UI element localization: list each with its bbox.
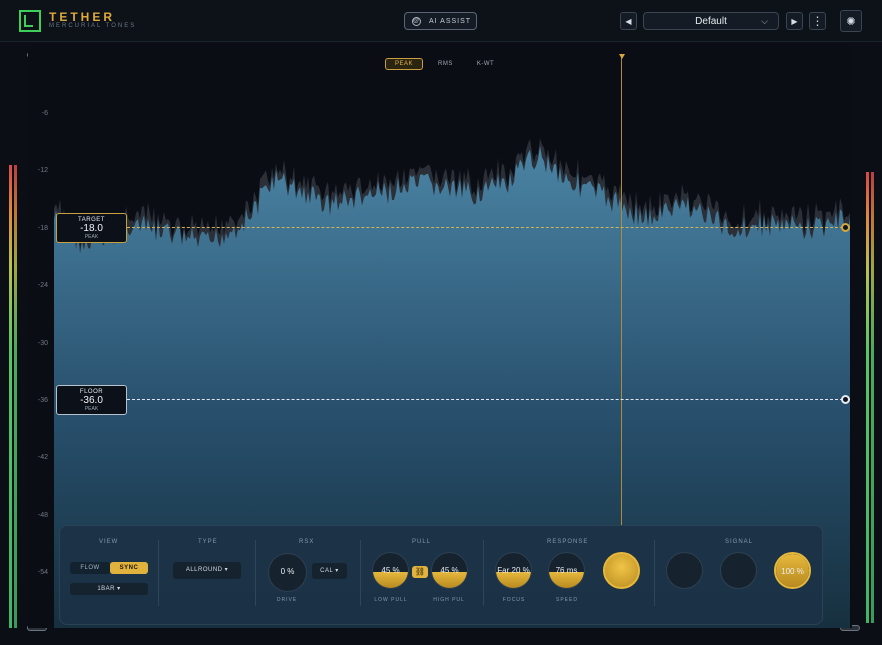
- settings-button[interactable]: ✺: [840, 10, 862, 32]
- speed-knob[interactable]: 76 ms: [548, 552, 585, 589]
- input-meter-left: [9, 165, 12, 628]
- db-scale-label: -12: [37, 167, 48, 175]
- playhead-line[interactable]: [621, 56, 622, 526]
- speed-label: SPEED: [556, 597, 578, 603]
- db-scale-label: -24: [37, 282, 48, 290]
- tab-k-wt[interactable]: K-WT: [468, 58, 503, 70]
- high-pull-knob[interactable]: 45 %: [431, 552, 468, 589]
- prev-preset-button[interactable]: ◀: [620, 12, 637, 30]
- drive-value: 0 %: [280, 567, 295, 576]
- header-bar: TETHER MERCURIAL TONES @ AI ASSIST ◀ Def…: [0, 0, 882, 42]
- response-title: RESPONSE: [547, 539, 589, 545]
- view-title: VIEW: [99, 539, 119, 545]
- sync-rate-dropdown[interactable]: 1BAR ▾: [70, 583, 148, 595]
- floor-tag[interactable]: FLOOR -36.0 PEAK: [56, 385, 127, 415]
- floor-line[interactable]: [127, 399, 843, 400]
- mix-value: 100 %: [781, 567, 804, 576]
- db-scale-label: -42: [37, 454, 48, 462]
- tab-rms[interactable]: RMS: [429, 58, 462, 70]
- chevron-left-icon: ◀: [625, 16, 632, 26]
- target-tag[interactable]: TARGET -18.0 PEAK: [56, 213, 127, 243]
- ai-assist-button[interactable]: @ AI ASSIST: [404, 12, 477, 30]
- target-value: -18.0: [80, 223, 103, 234]
- response-extra-knob[interactable]: [603, 552, 640, 589]
- db-scale-label: -48: [37, 511, 48, 519]
- pull-title: PULL: [412, 539, 432, 545]
- signal-knob-1[interactable]: [666, 552, 703, 589]
- playhead-marker-icon[interactable]: [619, 54, 625, 59]
- link-pull-button[interactable]: ⛓: [412, 566, 428, 578]
- type-title: TYPE: [198, 539, 218, 545]
- chevron-down-icon: ⌵: [761, 16, 768, 26]
- output-meter-right: [871, 172, 874, 623]
- target-line[interactable]: [127, 227, 843, 228]
- db-scale-label: -18: [37, 224, 48, 232]
- preset-select[interactable]: Default ⌵: [643, 12, 779, 30]
- kebab-menu-icon: ⋮: [811, 14, 824, 28]
- floor-value: -36.0: [80, 395, 103, 406]
- preset-value: Default: [695, 15, 727, 27]
- output-meter-left: [866, 172, 869, 623]
- target-mode: PEAK: [84, 234, 99, 240]
- db-scale-label: -54: [37, 569, 48, 577]
- low-pull-knob[interactable]: 45 %: [372, 552, 409, 589]
- drive-knob[interactable]: 0 %: [268, 553, 307, 592]
- low-pull-label: LOW PULL: [374, 597, 408, 603]
- mix-knob[interactable]: 100 %: [774, 552, 811, 589]
- rsx-title: RSX: [299, 539, 315, 545]
- high-pull-label: HIGH PUL: [433, 597, 465, 603]
- view-sync-button[interactable]: SYNC: [110, 562, 148, 574]
- focus-label: FOCUS: [502, 597, 526, 603]
- section-divider: [360, 540, 361, 606]
- chevron-right-icon: ▶: [791, 16, 798, 26]
- high-pull-value: 45 %: [440, 566, 459, 575]
- menu-button[interactable]: ⋮: [809, 12, 826, 30]
- sun-settings-icon: ✺: [846, 15, 856, 28]
- floor-mode: PEAK: [84, 406, 99, 412]
- floor-handle[interactable]: [841, 395, 850, 404]
- cal-dropdown[interactable]: CAL ▾: [312, 563, 347, 579]
- section-divider: [483, 540, 484, 606]
- tab-peak[interactable]: PEAK: [385, 58, 424, 70]
- target-handle[interactable]: [841, 223, 850, 232]
- db-scale-label: -36: [37, 397, 48, 404]
- link-icon: ⛓: [414, 567, 426, 576]
- section-divider: [255, 540, 256, 606]
- signal-title: SIGNAL: [725, 539, 754, 545]
- at-icon: @: [412, 16, 421, 26]
- speed-value: 76 ms: [555, 566, 578, 575]
- brand-title: TETHER: [49, 10, 115, 24]
- input-meter-right: [14, 165, 17, 628]
- focus-knob[interactable]: Far 20 %: [495, 552, 532, 589]
- type-dropdown[interactable]: ALLROUND ▾: [173, 562, 241, 579]
- section-divider: [158, 540, 159, 606]
- signal-knob-2[interactable]: [720, 552, 757, 589]
- db-scale-label: -6: [41, 110, 48, 117]
- next-preset-button[interactable]: ▶: [786, 12, 803, 30]
- view-flow-button[interactable]: FLOW: [70, 562, 110, 574]
- db-scale-label: -30: [37, 339, 48, 347]
- logo-icon: [19, 10, 41, 32]
- ai-assist-label: AI ASSIST: [429, 17, 472, 25]
- drive-label: DRIVE: [276, 597, 298, 603]
- meter-mode-tabs: PEAK RMS K-WT: [385, 58, 503, 70]
- brand-subtitle: MERCURIAL TONES: [49, 23, 137, 29]
- section-divider: [654, 540, 655, 606]
- low-pull-value: 45 %: [381, 566, 400, 575]
- focus-value: Far 20 %: [497, 566, 530, 575]
